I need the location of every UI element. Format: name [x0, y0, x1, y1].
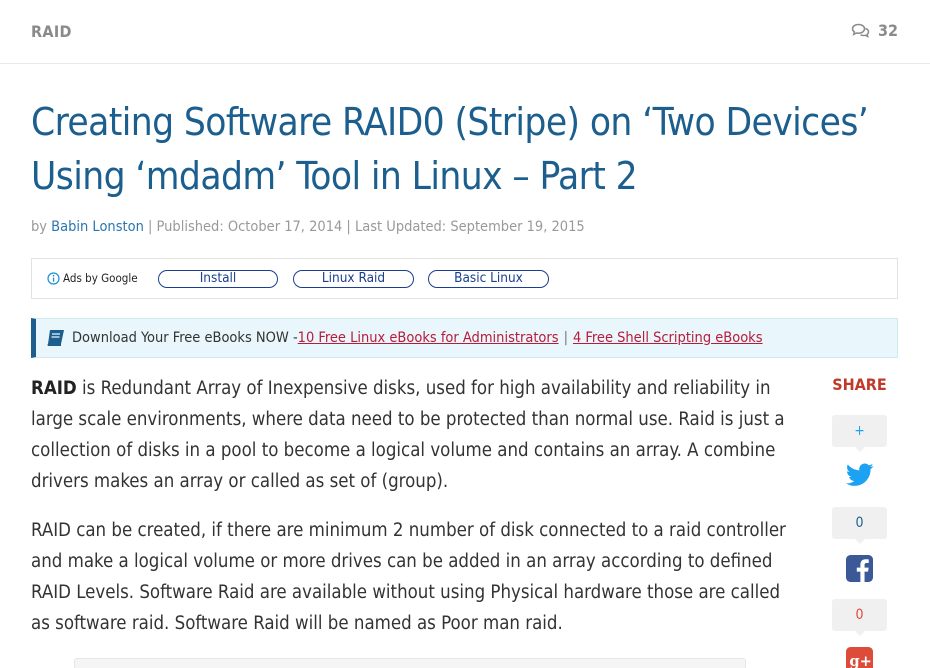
ebook-banner: Download Your Free eBooks NOW - 10 Free … [31, 318, 898, 358]
facebook-icon[interactable] [846, 555, 873, 582]
article-title: Creating Software RAID0 (Stripe) on ‘Two… [31, 100, 869, 199]
share-label: SHARE [832, 375, 887, 394]
paragraph: RAID is Redundant Array of Inexpensive d… [31, 373, 801, 497]
paragraph: RAID can be created, if there are minimu… [31, 520, 786, 634]
ad-pill-install[interactable]: Install [158, 270, 278, 288]
ebook-link-shell[interactable]: 4 Free Shell Scripting eBooks [573, 330, 763, 346]
ads-by-google[interactable]: Ads by Google [47, 271, 138, 285]
paragraph-text: is Redundant Array of Inexpensive disks,… [31, 378, 785, 492]
google-plus-icon[interactable]: g+ [846, 647, 873, 668]
facebook-share-count[interactable]: 0 [832, 599, 887, 636]
comments-count: 32 [877, 21, 898, 40]
by-label: by [31, 219, 48, 235]
svg-text:g+: g+ [849, 653, 871, 668]
category-link[interactable]: RAID [31, 22, 72, 41]
comment-bubbles-icon [851, 23, 870, 38]
ebook-separator: | [563, 330, 568, 346]
ad-pill-basic-linux[interactable]: Basic Linux [428, 270, 549, 288]
twitter-icon[interactable] [846, 463, 874, 487]
book-icon [47, 330, 64, 346]
info-icon [47, 271, 60, 285]
code-block [74, 658, 746, 668]
ebook-link-linux[interactable]: 10 Free Linux eBooks for Administrators [298, 330, 559, 346]
raid-term: RAID [31, 378, 77, 399]
twitter-share-count[interactable]: 0 [832, 507, 887, 544]
publish-dates: | Published: October 17, 2014 | Last Upd… [143, 219, 585, 235]
share-sidebar: SHARE + 0 0 g+ [832, 375, 887, 668]
top-bar: RAID 32 [0, 0, 930, 64]
ads-by-label: Ads by Google [63, 271, 138, 285]
comments-link[interactable]: 32 [851, 21, 898, 40]
share-plus-button[interactable]: + [832, 415, 887, 452]
article-body: RAID is Redundant Array of Inexpensive d… [31, 373, 801, 657]
author-link[interactable]: Babin Lonston [51, 219, 144, 235]
ebook-text: Download Your Free eBooks NOW - [72, 330, 298, 346]
ads-bar: Ads by Google Install Linux Raid Basic L… [31, 258, 898, 299]
ad-pill-linux-raid[interactable]: Linux Raid [293, 270, 414, 288]
article-meta: by Babin Lonston | Published: October 17… [31, 219, 585, 235]
